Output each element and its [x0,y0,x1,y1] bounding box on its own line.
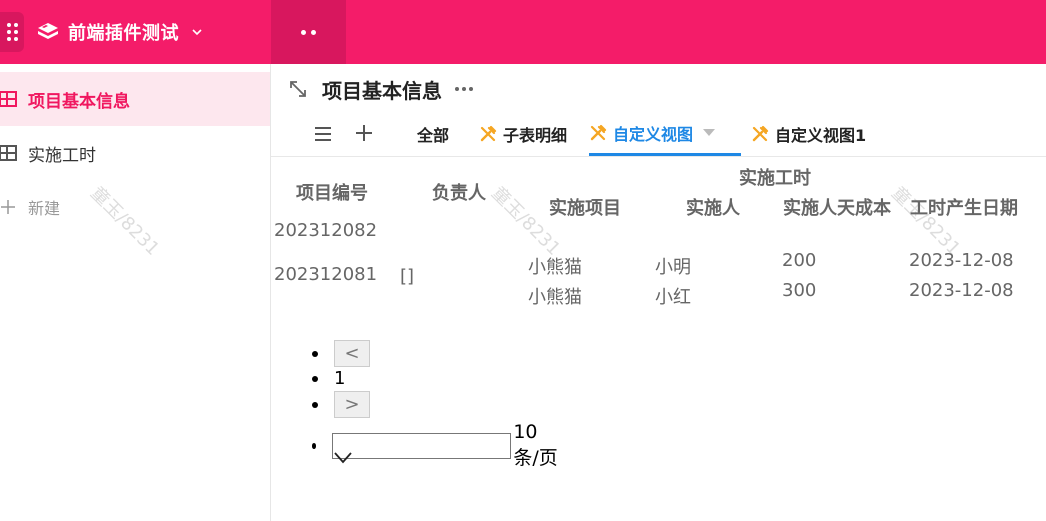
pagination-item: > [312,391,370,418]
caret-down-icon[interactable] [703,128,716,137]
watermark: 童玉/8231 [487,182,565,260]
sidebar-item-work-hours[interactable]: 实施工时 [0,126,270,180]
tab-label: 子表明细 [503,126,568,145]
app-logo-icon [38,23,58,39]
chevron-down-icon [192,29,202,36]
table-cell-person: 小红 [655,287,691,308]
page-size-label: 10 条/页 [513,421,558,469]
list-bullet [312,375,318,382]
add-view-icon[interactable] [354,123,374,143]
sidebar-item-label: 新建 [28,199,61,218]
view-tab-bar: 全部 子表明细 自定义视图 自定义视图1 [271,112,1046,157]
page-title: 项目基本信息 [322,78,442,103]
column-group-header-work-hours: 实施工时 [739,168,811,189]
top-bar: 前端插件测试 [0,0,1046,64]
column-header-item: 实施项目 [549,198,621,219]
chevron-down-icon[interactable] [334,452,352,464]
table-cell-item: 小熊猫 [528,287,582,308]
top-more-tab[interactable] [271,0,346,64]
watermark: 童玉/8231 [887,182,965,260]
table-cell-person: 小明 [655,257,691,278]
table-cell-item: 小熊猫 [528,257,582,278]
table-cell-project-no: 202312081 [274,264,378,285]
wrench-icon [590,124,607,140]
table-icon [0,145,17,161]
tab-label: 自定义视图 [613,124,694,144]
page-number-1[interactable]: 1 [334,368,345,389]
column-header-project-no: 项目编号 [296,183,368,204]
more-options-icon[interactable] [454,85,474,93]
app-switcher[interactable]: 前端插件测试 [36,18,203,46]
table-cell-date: 2023-12-08 [909,280,1014,301]
more-dots-icon [301,29,316,35]
sidebar-item-label: 项目基本信息 [28,91,130,112]
menu-icon[interactable] [313,124,333,144]
tab-all[interactable]: 全部 [417,112,449,156]
tab-subtable-detail[interactable]: 子表明细 [479,112,567,156]
wrench-icon [752,125,769,142]
sidebar-item-project-info[interactable]: 项目基本信息 [0,72,270,126]
apps-grid-icon [6,23,18,41]
pagination-item: < [312,340,370,367]
app-title: 前端插件测试 [68,23,179,44]
sidebar-item-label: 实施工时 [28,145,96,166]
table-cell-daily-cost: 300 [782,280,817,301]
list-bullet [312,401,318,408]
table-cell-date: 2023-12-08 [909,250,1014,271]
list-bullet [312,350,318,357]
list-bullet [312,442,317,449]
table-icon [0,91,17,107]
apps-grid-button[interactable] [0,12,24,52]
sidebar: 项目基本信息 实施工时 新建 [0,64,271,521]
page-size-input[interactable] [332,432,512,459]
tab-label: 全部 [417,126,450,145]
page-header: 项目基本信息 [288,74,474,104]
column-header-daily-cost: 实施人天成本 [783,198,891,219]
table-cell-owner: [] [400,266,415,287]
wrench-icon [480,125,497,142]
next-page-button[interactable]: > [334,391,370,418]
column-header-date: 工时产生日期 [910,198,1018,219]
table-cell-daily-cost: 200 [782,250,817,271]
column-header-person: 实施人 [686,198,740,219]
plus-icon [1,200,15,214]
prev-page-button[interactable]: < [334,340,370,367]
tab-custom-view[interactable]: 自定义视图 [589,112,741,156]
pagination-item: 1 [312,368,345,389]
collapse-sidebar-icon[interactable] [288,79,308,99]
tab-label: 自定义视图1 [775,126,867,145]
tab-custom-view-1[interactable]: 自定义视图1 [751,112,866,156]
table-cell-project-no: 202312082 [274,220,378,241]
column-header-owner: 负责人 [432,183,486,204]
